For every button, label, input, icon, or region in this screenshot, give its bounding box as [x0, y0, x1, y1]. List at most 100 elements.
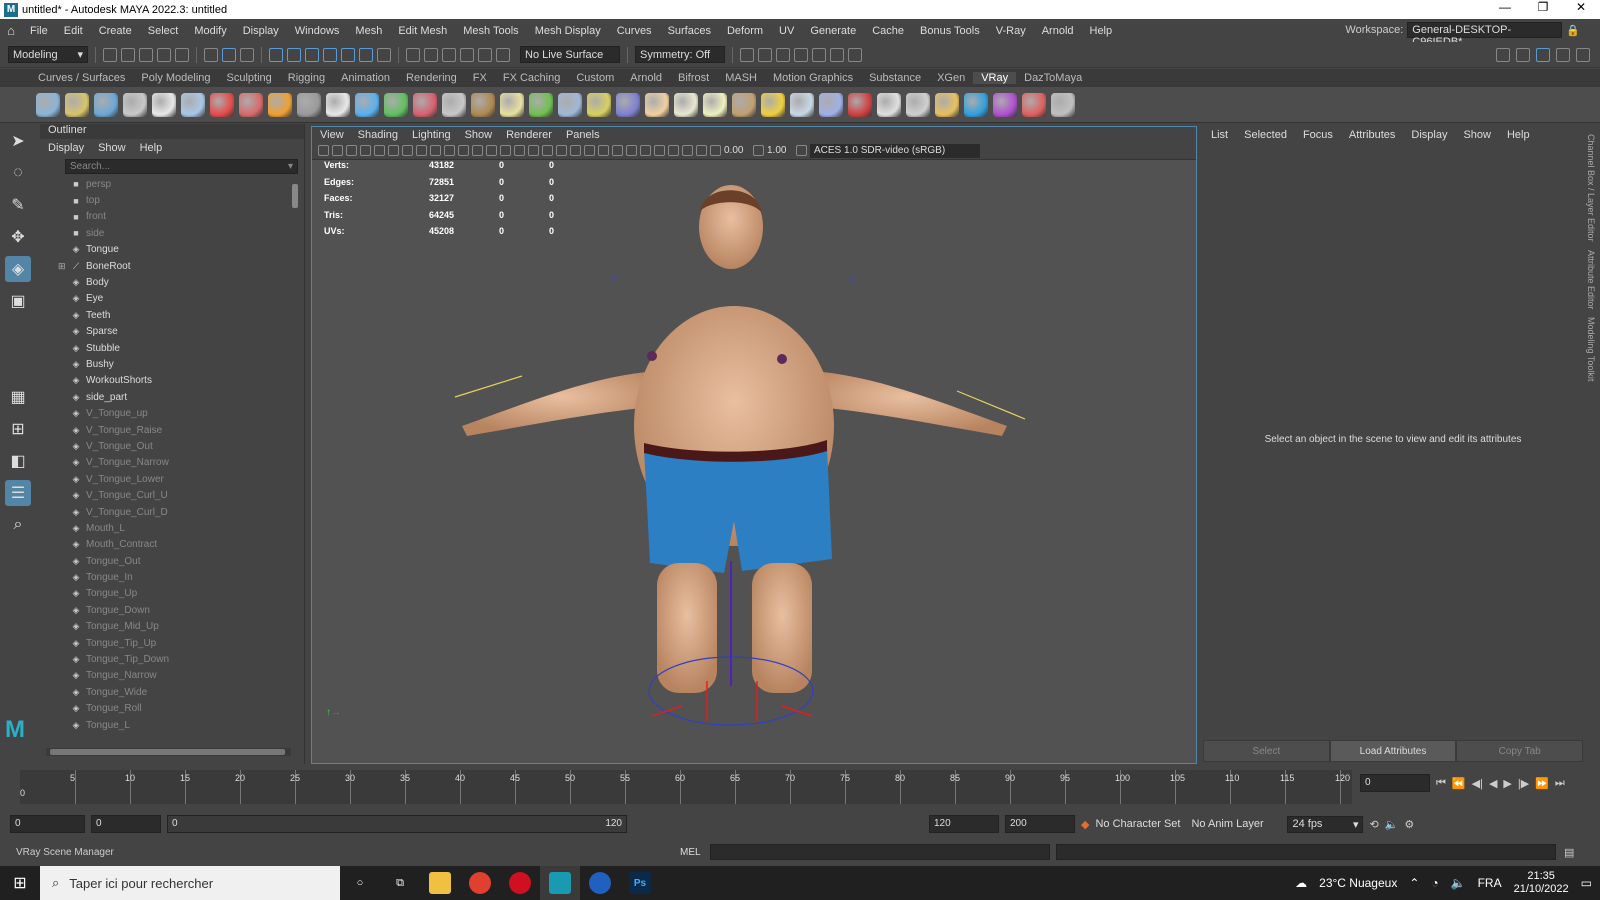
undo-icon[interactable] [157, 47, 171, 62]
outliner-item-tongue-tip-up[interactable]: ◈ Tongue_Tip_Up [40, 635, 304, 651]
viewport-tool-icon[interactable] [332, 145, 343, 156]
gamma-field[interactable]: 1.00 [767, 145, 793, 156]
menu-deform[interactable]: Deform [719, 25, 771, 37]
shelf-tab-mash[interactable]: MASH [717, 72, 765, 84]
shelf-tab-rendering[interactable]: Rendering [398, 72, 465, 84]
viewport-tool-icon[interactable] [654, 145, 665, 156]
home-icon[interactable]: ⌂ [0, 23, 22, 38]
viewport-tool-icon[interactable] [346, 145, 357, 156]
weather-text[interactable]: 23°C Nuageux [1319, 876, 1397, 890]
shelf-tab-fx[interactable]: FX [465, 72, 495, 84]
outliner-item-tongue-out[interactable]: ◈ Tongue_Out [40, 553, 304, 569]
snap-pivot-icon[interactable] [359, 47, 373, 62]
outliner-item-top[interactable]: ■ top [40, 192, 304, 208]
vray-shelf-tool-icon[interactable] [442, 92, 466, 117]
viewport-tool-icon[interactable] [710, 145, 721, 156]
viewport-tool-icon[interactable] [444, 145, 455, 156]
ipr-render-icon[interactable] [460, 47, 474, 62]
outliner-item-stubble[interactable]: ◈ Stubble [40, 340, 304, 356]
viewport-panel[interactable]: View Shading Lighting Show Renderer Panels 0.… [311, 126, 1197, 764]
save-scene-icon[interactable] [139, 47, 153, 62]
outliner-item-v-tongue-narrow[interactable]: ◈ V_Tongue_Narrow [40, 455, 304, 471]
load-attributes-button[interactable]: Load Attributes [1329, 740, 1457, 762]
search-tool-icon[interactable]: ⌕ [5, 512, 31, 538]
outliner-item-tongue[interactable]: ◈ Tongue [40, 242, 304, 258]
select-hierarchy-icon[interactable] [204, 47, 218, 62]
viewport-tool-icon[interactable] [682, 145, 693, 156]
vray-shelf-tool-icon[interactable] [703, 92, 727, 117]
menu-generate[interactable]: Generate [802, 25, 864, 37]
viewport-tool-icon[interactable] [528, 145, 539, 156]
tool-settings-toggle-icon[interactable] [1556, 47, 1570, 62]
shelf-tab-arnold[interactable]: Arnold [622, 72, 670, 84]
viewport-menu-show[interactable]: Show [465, 129, 493, 141]
outliner-menu-show[interactable]: Show [98, 142, 126, 154]
shelf-tab-custom[interactable]: Custom [568, 72, 622, 84]
left-chest-locator[interactable] [647, 351, 657, 361]
rotate-tool-icon[interactable]: ◈ [5, 256, 31, 282]
cortana-icon[interactable]: ○ [340, 866, 380, 900]
open-scene-icon[interactable] [121, 47, 135, 62]
vray-shelf-tool-icon[interactable] [935, 92, 959, 117]
snap-grid-icon[interactable] [269, 47, 283, 62]
menu-edit[interactable]: Edit [56, 25, 91, 37]
gamma-icon[interactable] [753, 145, 764, 156]
volume-icon[interactable]: 🔈 [1451, 876, 1466, 890]
render-view-icon[interactable] [740, 47, 754, 62]
viewport-tool-icon[interactable] [486, 145, 497, 156]
attr-menu-show[interactable]: Show [1463, 129, 1491, 141]
weather-icon[interactable]: ☁ [1295, 876, 1307, 890]
close-button[interactable]: ✕ [1562, 0, 1600, 14]
shelf-tab-curves-surfaces[interactable]: Curves / Surfaces [30, 72, 133, 84]
scale-tool-icon[interactable]: ▣ [5, 288, 31, 314]
step-forward-key-icon[interactable]: ⏩ [1535, 777, 1549, 790]
lasso-tool-icon[interactable]: ◌ [5, 160, 31, 186]
viewport-tool-icon[interactable] [626, 145, 637, 156]
anim-layer-dropdown[interactable]: No Anim Layer [1191, 818, 1281, 830]
menu-select[interactable]: Select [140, 25, 187, 37]
attr-menu-help[interactable]: Help [1507, 129, 1530, 141]
character-set-dropdown[interactable]: No Character Set [1095, 818, 1185, 830]
menu-surfaces[interactable]: Surfaces [660, 25, 719, 37]
maya-taskbar-icon[interactable] [540, 866, 580, 900]
viewport-tool-icon[interactable] [318, 145, 329, 156]
menu-bonus-tools[interactable]: Bonus Tools [912, 25, 988, 37]
modeling-toolkit-toggle-icon[interactable] [1496, 47, 1510, 62]
outliner-item-tongue-l[interactable]: ◈ Tongue_L [40, 717, 304, 733]
vray-shelf-tool-icon[interactable] [413, 92, 437, 117]
menu-v-ray[interactable]: V-Ray [988, 25, 1034, 37]
shelf-tab-sculpting[interactable]: Sculpting [219, 72, 280, 84]
fps-dropdown[interactable]: 24 fps ▾ [1287, 815, 1364, 833]
step-back-frame-icon[interactable]: ◀| [1472, 777, 1483, 790]
menu-cache[interactable]: Cache [864, 25, 912, 37]
vray-shelf-tool-icon[interactable] [761, 92, 785, 117]
outliner-item-side-part[interactable]: ◈ side_part [40, 389, 304, 405]
outliner-vscrollbar[interactable] [292, 176, 300, 736]
script-editor-icon[interactable]: ▤ [1564, 846, 1574, 859]
sound-icon[interactable]: 🔈 [1385, 818, 1399, 831]
attr-menu-attributes[interactable]: Attributes [1349, 129, 1395, 141]
select-tool-icon[interactable]: ➤ [5, 128, 31, 154]
outliner-item-front[interactable]: ■ front [40, 209, 304, 225]
vray-shelf-tool-icon[interactable] [239, 92, 263, 117]
outliner-item-teeth[interactable]: ◈ Teeth [40, 307, 304, 323]
scene-end-field[interactable]: 200 [1005, 815, 1075, 833]
vray-shelf-tool-icon[interactable] [355, 92, 379, 117]
left-shoulder-control[interactable]: + [609, 270, 618, 287]
photoshop-icon[interactable]: Ps [620, 866, 660, 900]
outliner-item-v-tongue-curl-d[interactable]: ◈ V_Tongue_Curl_D [40, 504, 304, 520]
viewport-tool-icon[interactable] [360, 145, 371, 156]
left-hand-control[interactable] [454, 375, 523, 398]
vray-shelf-tool-icon[interactable] [123, 92, 147, 117]
outliner-search-input[interactable]: Search... ▾ [65, 159, 298, 174]
vray-shelf-tool-icon[interactable] [152, 92, 176, 117]
viewport-menu-shading[interactable]: Shading [358, 129, 398, 141]
play-backwards-icon[interactable]: ◀ [1489, 777, 1497, 790]
go-to-start-icon[interactable]: ⏮ [1436, 777, 1446, 790]
vray-shelf-tool-icon[interactable] [500, 92, 524, 117]
live-surface-field[interactable]: No Live Surface [520, 46, 620, 63]
vray-shelf-tool-icon[interactable] [877, 92, 901, 117]
maximize-button[interactable]: ❐ [1524, 0, 1562, 14]
vray-shelf-tool-icon[interactable] [471, 92, 495, 117]
vray-shelf-tool-icon[interactable] [906, 92, 930, 117]
